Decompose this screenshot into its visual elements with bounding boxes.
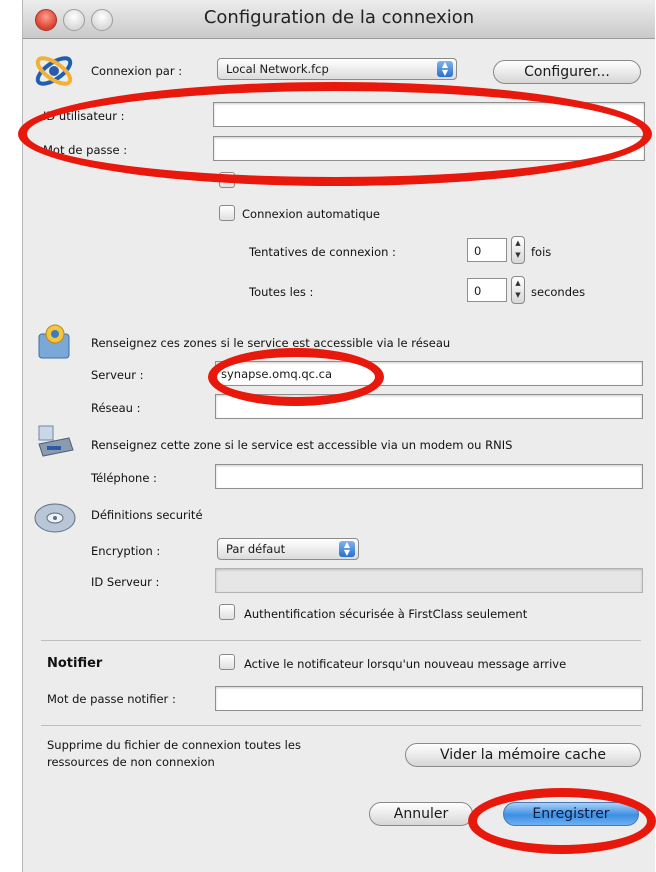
server-field[interactable]: synapse.omq.qc.ca [215,361,643,386]
phone-label: Téléphone : [91,471,157,485]
connect-via-value: Local Network.fcp [226,62,329,76]
cancel-button[interactable]: Annuler [369,802,473,826]
hidden-option-checkbox[interactable] [219,172,235,188]
security-title: Définitions securité [91,508,203,522]
auto-connect-label: Connexion automatique [242,207,380,221]
password-field[interactable] [213,136,645,161]
connection-icon [35,56,73,86]
connect-via-label: Connexion par : [91,64,183,78]
every-unit: secondes [531,285,586,299]
secure-auth-label: Authentification sécurisée à FirstClass … [244,607,528,621]
notifier-password-label: Mot de passe notifier : [47,692,176,706]
password-label: Mot de passe : [43,143,128,157]
separator [41,640,641,641]
cache-note-line1: Supprime du fichier de connexion toutes … [47,738,301,752]
attempts-unit: fois [531,245,552,259]
connect-via-select[interactable]: Local Network.fcp ▲ ▼ [217,58,457,80]
attempts-field[interactable]: 0 [467,238,507,262]
network-server-icon [38,324,70,359]
network-field[interactable] [215,394,643,419]
modem-note: Renseignez cette zone si le service est … [91,438,513,452]
select-arrows-icon: ▲ ▼ [437,61,453,77]
server-label: Serveur : [91,368,144,382]
every-label: Toutes les : [249,285,314,299]
notifier-checkbox[interactable] [219,654,235,670]
attempts-stepper[interactable]: ▲ ▼ [511,236,525,264]
auto-connect-checkbox[interactable] [219,205,235,221]
network-label: Réseau : [91,401,141,415]
network-note: Renseignez ces zones si le service est a… [91,336,451,350]
server-id-label: ID Serveur : [91,575,160,589]
notifier-title: Notifier [47,656,103,671]
encryption-value: Par défaut [226,542,286,556]
attempts-label: Tentatives de connexion : [249,245,396,259]
encryption-select[interactable]: Par défaut ▲ ▼ [217,538,359,560]
save-button[interactable]: Enregistrer [503,802,639,826]
every-stepper[interactable]: ▲ ▼ [511,276,525,304]
connection-config-window: Configuration de la connexion Connexion … [22,0,655,872]
every-field[interactable]: 0 [467,278,507,302]
phone-field[interactable] [215,464,643,489]
separator [41,725,641,726]
window-title: Configuration de la connexion [203,7,475,28]
encryption-label: Encryption : [91,544,161,558]
user-id-field[interactable] [213,102,645,127]
modem-icon [38,425,74,457]
configure-button[interactable]: Configurer... [493,60,641,84]
secure-auth-checkbox[interactable] [219,604,235,620]
cache-note-line2: ressources de non connexion [47,755,215,769]
clear-cache-button[interactable]: Vider la mémoire cache [405,743,641,767]
security-disc-icon [34,503,76,533]
server-id-field [215,568,643,593]
title-bar: Configuration de la connexion [23,0,655,39]
notifier-password-field[interactable] [215,686,643,711]
user-id-label: ID utilisateur : [43,109,125,123]
select-arrows-icon: ▲ ▼ [339,541,355,557]
notifier-activate-label: Active le notificateur lorsqu'un nouveau… [244,657,567,671]
